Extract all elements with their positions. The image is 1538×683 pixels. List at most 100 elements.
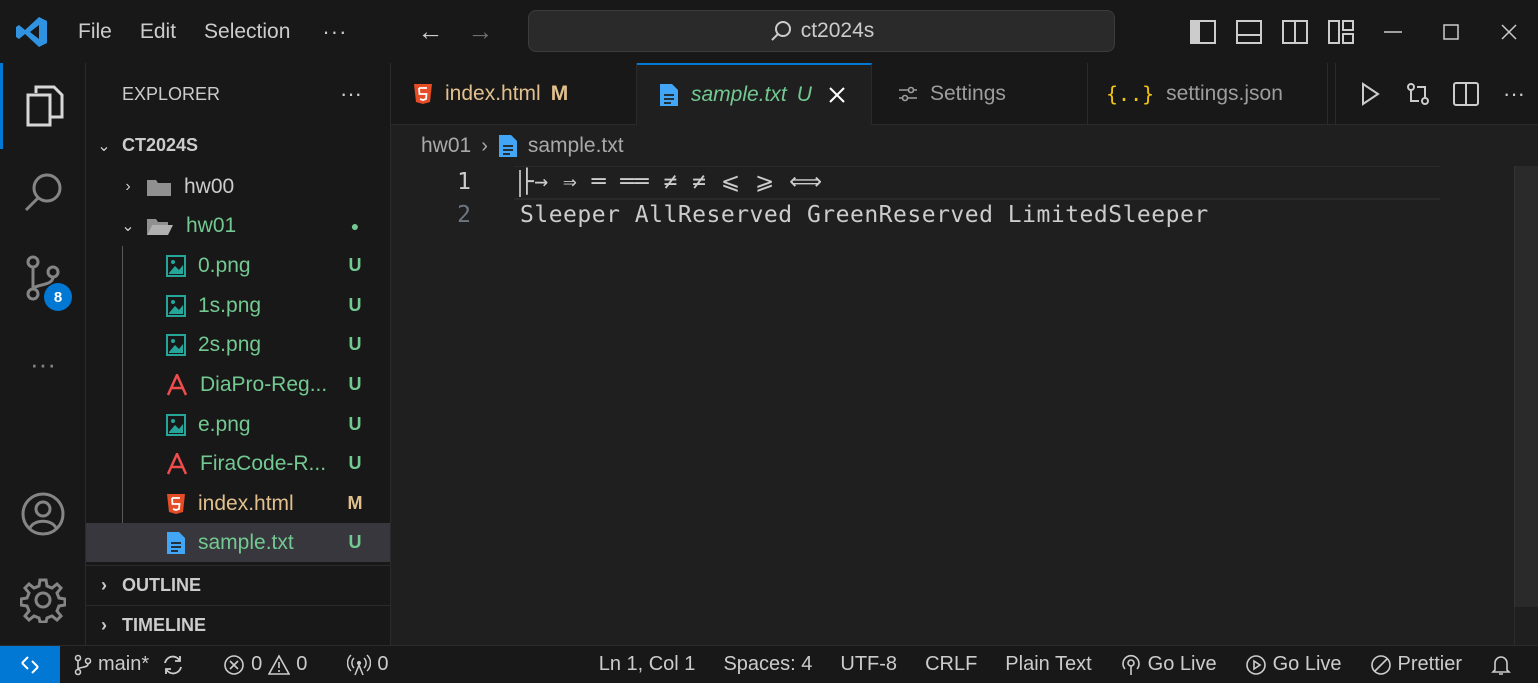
editor-tabs: index.html M sample.txt U Settings {..} …: [391, 63, 1538, 125]
toggle-panel-icon[interactable]: [1226, 0, 1272, 63]
branch-name: main*: [98, 653, 150, 675]
menu-bar: File Edit Selection ···: [64, 0, 365, 63]
tab-index-html[interactable]: index.html M: [391, 63, 637, 125]
gear-icon[interactable]: [0, 557, 86, 643]
scrollbar[interactable]: [1514, 166, 1538, 645]
git-status: U: [348, 414, 362, 434]
tree-item-diapro[interactable]: DiaPro-Reg... U: [86, 365, 390, 404]
workspace-root[interactable]: ⌄ CT2024S: [86, 126, 390, 165]
toggle-secondary-sidebar-icon[interactable]: [1272, 0, 1318, 63]
image-file-icon: [166, 333, 186, 356]
indentation[interactable]: Spaces: 4: [709, 653, 826, 676]
back-arrow-icon[interactable]: ←: [405, 16, 455, 47]
notifications-bell-icon[interactable]: [1476, 654, 1538, 676]
ports-indicator[interactable]: 0: [333, 653, 402, 676]
prettier-button[interactable]: Prettier: [1356, 653, 1476, 676]
explorer-title: EXPLORER: [122, 83, 221, 104]
close-tab-icon[interactable]: [828, 86, 846, 104]
forward-arrow-icon[interactable]: →: [455, 16, 505, 47]
git-status: U: [348, 532, 362, 552]
explorer-header: EXPLORER ···: [86, 63, 390, 125]
source-control-badge: 8: [44, 283, 72, 311]
line-number: 2: [457, 202, 471, 228]
cursor-position[interactable]: Ln 1, Col 1: [585, 653, 710, 676]
close-window-icon[interactable]: [1480, 0, 1538, 63]
tree-item-2spng[interactable]: 2s.png U: [86, 325, 390, 364]
tree-item-epng[interactable]: e.png U: [86, 405, 390, 444]
menu-selection[interactable]: Selection: [190, 20, 304, 44]
tree-item-hw00[interactable]: › hw00: [86, 167, 390, 206]
broadcast-icon: [347, 653, 372, 675]
command-center-search[interactable]: ct2024s: [528, 10, 1115, 52]
tree-item-1spng[interactable]: 1s.png U: [86, 286, 390, 325]
modified-dot: ●: [350, 217, 360, 234]
tree-item-label: 0.png: [198, 253, 251, 277]
go-live-button-2[interactable]: Go Live: [1231, 653, 1356, 676]
tree-item-0png[interactable]: 0.png U: [86, 246, 390, 285]
breadcrumb-folder[interactable]: hw01: [421, 134, 471, 158]
encoding[interactable]: UTF-8: [826, 653, 911, 676]
menu-edit[interactable]: Edit: [126, 20, 190, 44]
tree-item-index-html[interactable]: index.html M: [86, 484, 390, 523]
tab-settings-json[interactable]: {..} settings.json: [1088, 63, 1328, 125]
line-number: 1: [457, 169, 471, 195]
source-control-icon[interactable]: 8: [0, 235, 86, 321]
broadcast-icon: [1121, 654, 1140, 675]
branch-indicator[interactable]: main*: [60, 653, 199, 676]
text-file-icon: [659, 83, 679, 107]
git-status: U: [348, 295, 362, 315]
code-line[interactable]: Sleeper AllReserved GreenReserved Limite…: [520, 202, 1209, 228]
window-controls: [1180, 0, 1538, 63]
outline-section[interactable]: › OUTLINE: [86, 565, 390, 604]
go-live-button-1[interactable]: Go Live: [1106, 653, 1231, 676]
problems-indicator[interactable]: 0 0: [209, 653, 321, 676]
breadcrumb-file[interactable]: sample.txt: [528, 134, 624, 158]
tree-item-firacode[interactable]: FiraCode-R... U: [86, 444, 390, 483]
more-actions-icon[interactable]: ···: [1490, 81, 1538, 107]
explorer-more-button[interactable]: ···: [340, 81, 362, 107]
warning-count: 0: [296, 653, 308, 675]
menu-file[interactable]: File: [64, 20, 126, 44]
maximize-icon[interactable]: [1422, 0, 1480, 63]
sync-icon[interactable]: [161, 654, 185, 676]
tree-item-label: hw01: [186, 213, 237, 237]
tab-status: U: [796, 83, 812, 106]
code-editor[interactable]: 1 ├→ ⇒ ═ ══ ≠ ≠ ⩽ ⩾ ⟺ 2 Sleeper AllReser…: [391, 166, 1538, 645]
font-file-icon: [166, 452, 188, 475]
customize-layout-icon[interactable]: [1318, 0, 1364, 63]
run-icon[interactable]: [1346, 81, 1394, 106]
language-mode[interactable]: Plain Text: [991, 653, 1105, 676]
tab-label: index.html: [445, 82, 541, 105]
scrollbar-thumb[interactable]: [1514, 166, 1538, 607]
outline-label: OUTLINE: [122, 574, 201, 595]
minimize-icon[interactable]: [1364, 0, 1422, 63]
folder-icon: [146, 177, 172, 197]
workspace-root-label: CT2024S: [122, 135, 199, 155]
code-line[interactable]: ├→ ⇒ ═ ══ ≠ ≠ ⩽ ⩾ ⟺: [520, 169, 823, 195]
split-editor-icon[interactable]: [1442, 81, 1490, 106]
more-views-icon[interactable]: ···: [0, 321, 86, 407]
tab-settings[interactable]: Settings: [872, 63, 1088, 125]
tree-item-hw01[interactable]: ⌄ hw01 ●: [86, 206, 390, 245]
tab-label: sample.txt: [691, 83, 787, 106]
toggle-primary-sidebar-icon[interactable]: [1180, 0, 1226, 63]
more-menu-button[interactable]: ···: [304, 19, 365, 45]
tab-status: M: [550, 82, 569, 105]
play-circle-icon: [1245, 654, 1266, 675]
search-activity-icon[interactable]: [0, 149, 86, 235]
search-text: ct2024s: [800, 19, 875, 42]
ports-count: 0: [377, 653, 389, 675]
image-file-icon: [166, 413, 186, 436]
git-status: U: [348, 255, 362, 275]
account-icon[interactable]: [0, 471, 86, 557]
compare-changes-icon[interactable]: [1394, 81, 1442, 107]
timeline-section[interactable]: › TIMELINE: [86, 605, 390, 644]
timeline-label: TIMELINE: [122, 614, 206, 635]
tab-sample-txt[interactable]: sample.txt U: [637, 63, 872, 125]
tree-item-sample-txt[interactable]: sample.txt U: [86, 523, 390, 562]
tree-item-label: hw00: [184, 174, 235, 198]
end-of-line[interactable]: CRLF: [911, 653, 991, 676]
remote-indicator-icon[interactable]: [0, 645, 60, 683]
explorer-icon[interactable]: [0, 63, 86, 149]
search-icon: [771, 21, 791, 41]
